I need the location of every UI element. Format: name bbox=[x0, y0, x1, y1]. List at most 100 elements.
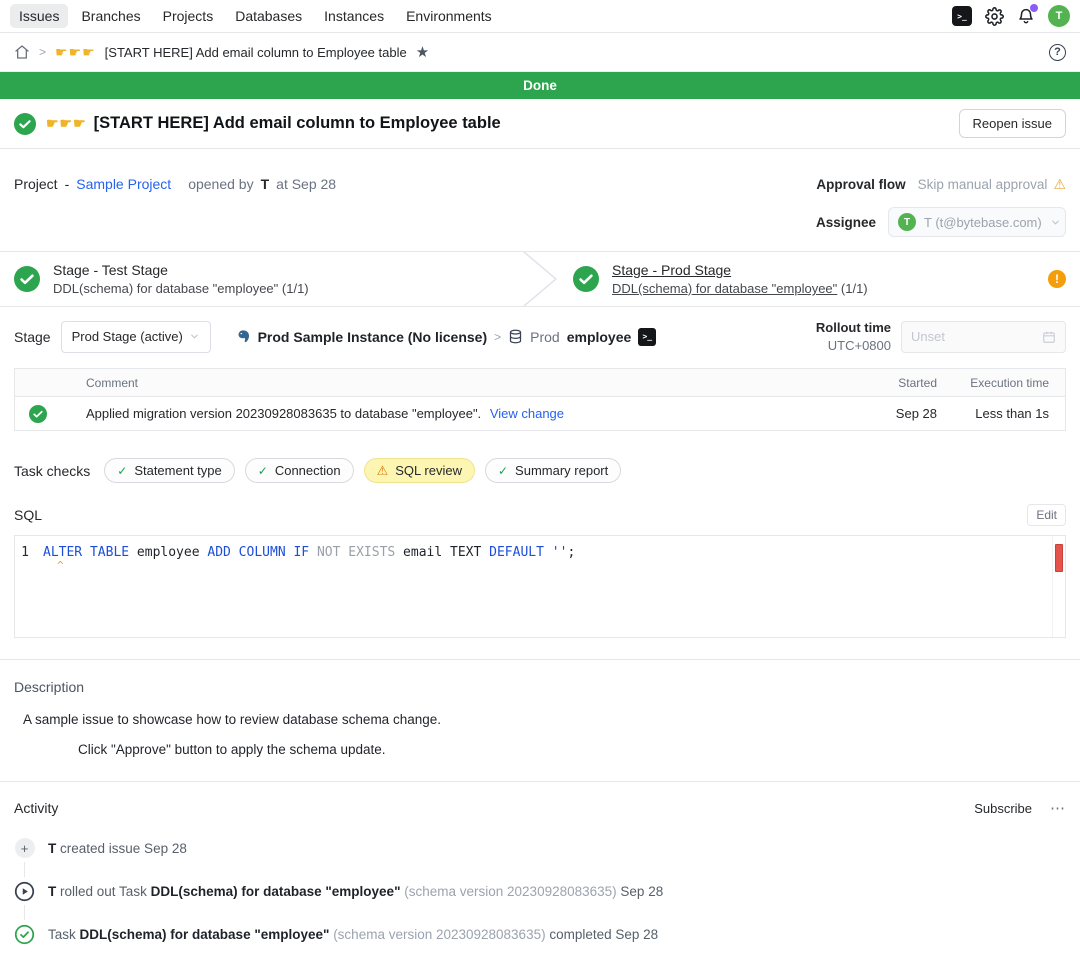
calendar-icon bbox=[1042, 330, 1056, 344]
description-text: A sample issue to showcase how to review… bbox=[23, 712, 1066, 727]
task-checks-label: Task checks bbox=[14, 463, 90, 479]
task-started: Sep 28 bbox=[882, 406, 937, 421]
sql-token: ALTER TABLE bbox=[43, 545, 129, 560]
environment-label: Prod bbox=[530, 329, 560, 345]
sql-token: ADD COLUMN IF bbox=[207, 545, 309, 560]
sql-token: '' bbox=[544, 545, 567, 560]
pointer-emojis: ☛☛☛ bbox=[55, 44, 96, 61]
rollout-time-input[interactable] bbox=[911, 329, 1042, 344]
activity-suffix: completed Sep 28 bbox=[549, 927, 658, 942]
task-check-label: Connection bbox=[275, 463, 341, 478]
sql-label: SQL bbox=[14, 507, 42, 523]
table-row: Applied migration version 20230928083635… bbox=[15, 397, 1065, 430]
stage-progress: (1/1) bbox=[282, 281, 309, 296]
more-menu-icon[interactable]: ⋯ bbox=[1050, 799, 1066, 817]
task-run-table: Comment Started Execution time Applied m… bbox=[14, 368, 1066, 431]
issue-meta: Project - Sample Project opened by T at … bbox=[0, 149, 1080, 251]
star-icon[interactable]: ★ bbox=[416, 43, 429, 61]
column-comment: Comment bbox=[86, 376, 882, 390]
activity-action: rolled out Task bbox=[60, 884, 147, 899]
approval-flow-value: Skip manual approval bbox=[918, 177, 1048, 192]
done-check-icon bbox=[14, 113, 36, 135]
task-check-statement-type[interactable]: ✓ Statement type bbox=[104, 458, 235, 483]
task-check-connection[interactable]: ✓ Connection bbox=[245, 458, 354, 483]
rollout-time-label: Rollout time bbox=[816, 319, 891, 337]
sql-edit-button[interactable]: Edit bbox=[1027, 504, 1066, 526]
activity-meta: (schema version 20230928083635) bbox=[404, 884, 616, 899]
rollout-time-picker[interactable] bbox=[901, 321, 1066, 353]
view-change-link[interactable]: View change bbox=[490, 406, 564, 421]
editor-scrollbar[interactable] bbox=[1052, 536, 1065, 637]
nav-item-instances[interactable]: Instances bbox=[315, 4, 393, 28]
postgres-icon bbox=[235, 329, 251, 345]
approval-flow-label: Approval flow bbox=[816, 177, 905, 192]
reopen-issue-button[interactable]: Reopen issue bbox=[959, 109, 1067, 138]
open-sql-editor-icon[interactable]: >_ bbox=[638, 328, 656, 346]
notifications-bell-icon[interactable] bbox=[1017, 7, 1035, 25]
stage-card-prod[interactable]: Stage - Prod Stage DDL(schema) for datab… bbox=[559, 252, 1080, 306]
stage-select-value: Prod Stage (active) bbox=[72, 329, 183, 344]
stage-task: DDL(schema) for database "employee" bbox=[53, 281, 278, 296]
instance-link[interactable]: Prod Sample Instance (No license) bbox=[258, 329, 488, 345]
activity-item-created: + T created issue Sep 28 bbox=[14, 837, 1066, 859]
task-check-sql-review[interactable]: ⚠ SQL review bbox=[364, 458, 475, 483]
chevron-right-icon: > bbox=[494, 330, 501, 344]
page-title: ☛☛☛ [START HERE] Add email column to Emp… bbox=[46, 114, 501, 133]
nav-item-projects[interactable]: Projects bbox=[154, 4, 223, 28]
sql-token: ; bbox=[567, 545, 575, 560]
task-check-label: Summary report bbox=[515, 463, 608, 478]
activity-meta: (schema version 20230928083635) bbox=[333, 927, 545, 942]
stage-divider-chevron bbox=[521, 252, 559, 306]
help-icon[interactable]: ? bbox=[1049, 44, 1066, 61]
activity-user: T bbox=[48, 884, 56, 899]
description-section: Description A sample issue to showcase h… bbox=[0, 660, 1080, 757]
database-link[interactable]: employee bbox=[567, 329, 632, 345]
nav-item-databases[interactable]: Databases bbox=[226, 4, 311, 28]
column-started: Started bbox=[882, 376, 937, 390]
warning-triangle-icon: ⚠ bbox=[1053, 176, 1066, 193]
timeline-connector bbox=[24, 905, 25, 920]
error-marker bbox=[1055, 544, 1063, 572]
settings-gear-icon[interactable] bbox=[985, 7, 1004, 26]
stage-title: Stage - Test Stage bbox=[53, 262, 309, 278]
issue-title-text: [START HERE] Add email column to Employe… bbox=[94, 114, 501, 133]
status-banner: Done bbox=[0, 72, 1080, 99]
nav-item-environments[interactable]: Environments bbox=[397, 4, 501, 28]
stage-card-test[interactable]: Stage - Test Stage DDL(schema) for datab… bbox=[0, 252, 521, 306]
check-icon: ✓ bbox=[117, 464, 127, 478]
assignee-select[interactable]: T T (t@bytebase.com) bbox=[888, 207, 1066, 237]
activity-date: Sep 28 bbox=[620, 884, 663, 899]
nav-item-issues[interactable]: Issues bbox=[10, 4, 68, 28]
task-checks-row: Task checks ✓ Statement type ✓ Connectio… bbox=[0, 431, 1080, 483]
chevron-down-icon bbox=[189, 331, 200, 342]
sql-editor-icon[interactable]: >_ bbox=[952, 6, 972, 26]
sql-token: NOT EXISTS bbox=[309, 545, 403, 560]
stage-select[interactable]: Prod Stage (active) bbox=[61, 321, 211, 353]
project-label: Project bbox=[14, 176, 58, 192]
check-icon: ✓ bbox=[498, 464, 508, 478]
stage-task[interactable]: DDL(schema) for database "employee" bbox=[612, 281, 837, 296]
activity-label: Activity bbox=[14, 800, 58, 816]
project-link[interactable]: Sample Project bbox=[76, 176, 171, 192]
stage-progress: (1/1) bbox=[841, 281, 868, 296]
task-check-label: Statement type bbox=[134, 463, 221, 478]
nav-item-branches[interactable]: Branches bbox=[72, 4, 149, 28]
check-circle-outline-icon bbox=[14, 924, 35, 945]
task-check-label: SQL review bbox=[395, 463, 462, 478]
user-avatar[interactable]: T bbox=[1048, 5, 1070, 27]
breadcrumb-issue-title: [START HERE] Add email column to Employe… bbox=[105, 45, 407, 60]
activity-prefix: Task bbox=[48, 927, 76, 942]
sql-token: employee bbox=[129, 545, 207, 560]
warning-triangle-icon: ⚠ bbox=[377, 463, 389, 479]
description-text: Click "Approve" button to apply the sche… bbox=[78, 742, 1066, 757]
task-check-summary-report[interactable]: ✓ Summary report bbox=[485, 458, 621, 483]
activity-item-completed: Task DDL(schema) for database "employee"… bbox=[14, 923, 1066, 945]
home-icon[interactable] bbox=[14, 44, 30, 60]
chevron-down-icon bbox=[1050, 217, 1061, 228]
subscribe-button[interactable]: Subscribe bbox=[974, 801, 1032, 816]
top-nav: Issues Branches Projects Databases Insta… bbox=[0, 0, 1080, 33]
timeline-connector bbox=[24, 862, 25, 877]
column-execution-time: Execution time bbox=[949, 376, 1049, 390]
line-number: 1 bbox=[15, 545, 43, 562]
stage-pipeline: Stage - Test Stage DDL(schema) for datab… bbox=[0, 251, 1080, 307]
